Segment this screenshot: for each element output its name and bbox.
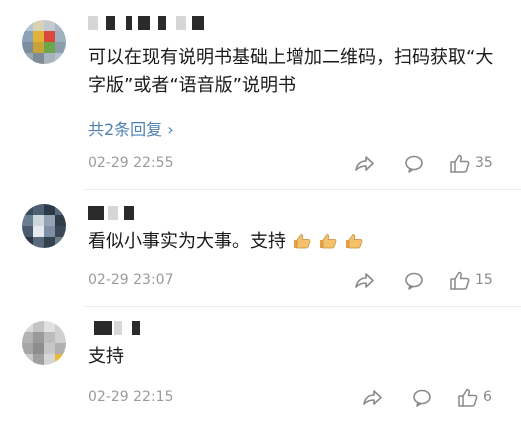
thumbs-up-emoji — [294, 234, 311, 249]
comment-icon[interactable] — [403, 153, 425, 175]
like-count: 35 — [475, 155, 493, 171]
share-icon[interactable] — [353, 270, 375, 292]
view-replies-link[interactable]: 共2条回复 › — [88, 116, 174, 140]
comment-item: 可以在现有说明书基础上增加二维码，扫码获取“大字版”或者“语音版”说明书 共2条… — [0, 0, 521, 190]
comment-date: 02-29 23:07 — [88, 272, 174, 288]
comment-text: 支持 — [88, 346, 124, 367]
like-icon[interactable] — [449, 270, 471, 292]
like-count: 6 — [483, 389, 492, 405]
avatar[interactable] — [22, 204, 66, 248]
comment-item: 支持 02-29 22:15 6 — [0, 307, 521, 424]
comment-icon[interactable] — [411, 387, 433, 409]
comment-actions: 35 — [353, 153, 503, 175]
username-pixelated[interactable] — [88, 16, 228, 30]
share-icon[interactable] — [361, 387, 383, 409]
comment-actions: 6 — [353, 387, 503, 409]
avatar[interactable] — [22, 321, 66, 365]
comment-text: 看似小事实为大事。支持 — [88, 228, 498, 256]
username-pixelated[interactable] — [88, 206, 158, 220]
comment-text: 可以在现有说明书基础上增加二维码，扫码获取“大字版”或者“语音版”说明书 — [88, 47, 494, 96]
thumbs-up-emoji — [346, 234, 363, 249]
comment-text-body: 看似小事实为大事。支持 — [88, 231, 286, 252]
comment-date: 02-29 22:15 — [88, 389, 174, 405]
comment-icon[interactable] — [403, 270, 425, 292]
thumbs-up-emoji — [320, 234, 337, 249]
like-count: 15 — [475, 272, 493, 288]
comment-item: 看似小事实为大事。支持 02-29 23:07 15 — [0, 190, 521, 306]
avatar[interactable] — [22, 20, 66, 64]
username-pixelated[interactable] — [88, 321, 148, 335]
comment-date: 02-29 22:55 — [88, 155, 174, 171]
like-icon[interactable] — [449, 153, 471, 175]
like-icon[interactable] — [457, 387, 479, 409]
comment-actions: 15 — [353, 270, 503, 292]
share-icon[interactable] — [353, 153, 375, 175]
